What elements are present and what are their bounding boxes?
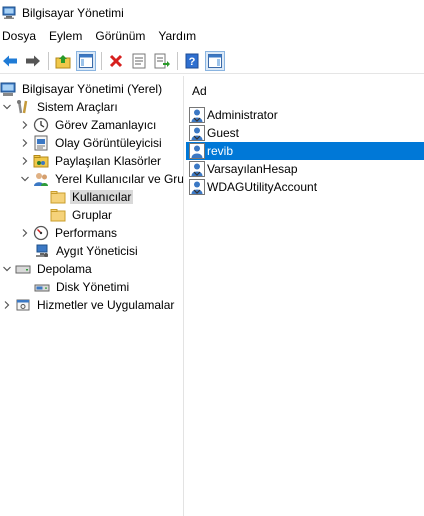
tree-item-shared-folders[interactable]: Paylaşılan Klasörler <box>20 152 163 170</box>
tree-item-storage[interactable]: Depolama <box>2 260 94 278</box>
menu-action[interactable]: Eylem <box>47 29 91 43</box>
tree-item-system-tools[interactable]: Sistem Araçları <box>2 98 120 116</box>
tree-item-users[interactable]: Kullanıcılar <box>50 188 134 206</box>
back-icon[interactable] <box>0 51 20 71</box>
tree-item-label: Depolama <box>37 262 92 276</box>
tree-item-device-manager[interactable]: Aygıt Yöneticisi <box>34 242 140 260</box>
window-title: Bilgisayar Yönetimi <box>22 6 124 20</box>
tree-item-root[interactable]: Bilgisayar Yönetimi (Yerel) <box>0 80 164 98</box>
storage-icon <box>15 261 31 277</box>
tree-item-services-apps[interactable]: Hizmetler ve Uygulamalar <box>2 296 176 314</box>
users-list: Ad Administrator Guest revib VarsayılanH… <box>186 76 424 516</box>
folder-icon <box>50 207 66 223</box>
user-name: Administrator <box>207 108 278 122</box>
toolbar-separator <box>177 51 178 70</box>
chevron-down-icon[interactable] <box>2 264 12 274</box>
disk-icon <box>34 279 50 295</box>
svg-text:?: ? <box>189 56 196 68</box>
menu-help[interactable]: Yardım <box>156 29 205 43</box>
delete-icon[interactable] <box>106 51 126 71</box>
device-manager-icon <box>34 243 50 259</box>
tree-item-label: Disk Yönetimi <box>56 280 130 294</box>
users-group-icon <box>33 171 49 187</box>
folder-icon <box>50 189 66 205</box>
toolbar: ? <box>0 48 424 74</box>
tree-item-label: Yerel Kullanıcılar ve Gru <box>55 172 184 186</box>
list-item-selected[interactable]: revib <box>186 142 424 160</box>
list-item[interactable]: VarsayılanHesap <box>186 160 424 178</box>
show-hide-console-tree-icon[interactable] <box>76 50 96 71</box>
chevron-right-icon[interactable] <box>20 120 30 130</box>
tree-item-disk-management[interactable]: Disk Yönetimi <box>34 278 131 296</box>
chevron-down-icon[interactable] <box>2 102 12 112</box>
shared-folder-icon <box>33 153 49 169</box>
toolbar-separator <box>48 51 49 70</box>
tree-item-label: Gruplar <box>72 208 113 222</box>
chevron-right-icon[interactable] <box>2 300 12 310</box>
title-bar: Bilgisayar Yönetimi <box>0 0 424 26</box>
event-viewer-icon <box>33 135 49 151</box>
tree-item-label: Performans <box>55 226 118 240</box>
tree-item-performance[interactable]: Performans <box>20 224 119 242</box>
tree-item-label: Olay Görüntüleyicisi <box>55 136 162 150</box>
action-pane-icon[interactable] <box>205 50 225 71</box>
menu-file[interactable]: Dosya <box>0 29 45 43</box>
toolbar-separator <box>101 51 102 70</box>
tree-item-label: Görev Zamanlayıcı <box>55 118 157 132</box>
services-icon <box>15 297 31 313</box>
chevron-down-icon[interactable] <box>20 174 30 184</box>
export-list-icon[interactable] <box>152 51 172 71</box>
list-item[interactable]: Administrator <box>186 106 424 124</box>
column-header-name[interactable]: Ad <box>192 84 207 98</box>
tree-item-task-scheduler[interactable]: Görev Zamanlayıcı <box>20 116 158 134</box>
user-icon <box>189 161 205 177</box>
tree-item-label: Sistem Araçları <box>37 100 118 114</box>
tree-item-event-viewer[interactable]: Olay Görüntüleyicisi <box>20 134 164 152</box>
list-item[interactable]: WDAGUtilityAccount <box>186 178 424 196</box>
user-icon <box>189 125 205 141</box>
performance-icon <box>33 225 49 241</box>
tree-item-label: Hizmetler ve Uygulamalar <box>37 298 175 312</box>
list-item[interactable]: Guest <box>186 124 424 142</box>
chevron-right-icon[interactable] <box>20 138 30 148</box>
chevron-right-icon[interactable] <box>20 156 30 166</box>
help-icon[interactable]: ? <box>182 51 202 71</box>
console-tree: Bilgisayar Yönetimi (Yerel) Sistem Araçl… <box>0 76 184 516</box>
chevron-right-icon[interactable] <box>20 228 30 238</box>
properties-icon[interactable] <box>129 51 149 71</box>
tree-item-local-users-groups[interactable]: Yerel Kullanıcılar ve Gru <box>20 170 184 188</box>
user-name: WDAGUtilityAccount <box>207 180 318 194</box>
tree-item-label: Aygıt Yöneticisi <box>56 244 138 258</box>
tree-item-groups[interactable]: Gruplar <box>50 206 114 224</box>
computer-management-icon <box>0 81 16 97</box>
tools-icon <box>15 99 31 115</box>
user-icon <box>189 143 205 159</box>
computer-management-icon <box>2 6 16 20</box>
tree-item-label: Bilgisayar Yönetimi (Yerel) <box>22 82 163 96</box>
user-name: VarsayılanHesap <box>207 162 298 176</box>
tree-item-label: Kullanıcılar <box>70 190 134 204</box>
tree-item-label: Paylaşılan Klasörler <box>55 154 162 168</box>
user-name: revib <box>207 144 234 158</box>
forward-icon[interactable] <box>23 51 43 71</box>
menu-bar: Dosya Eylem Görünüm Yardım <box>0 26 424 46</box>
up-folder-icon[interactable] <box>53 51 73 71</box>
menu-view[interactable]: Görünüm <box>93 29 154 43</box>
user-name: Guest <box>207 126 240 140</box>
user-icon <box>189 179 205 195</box>
user-icon <box>189 107 205 123</box>
clock-icon <box>33 117 49 133</box>
